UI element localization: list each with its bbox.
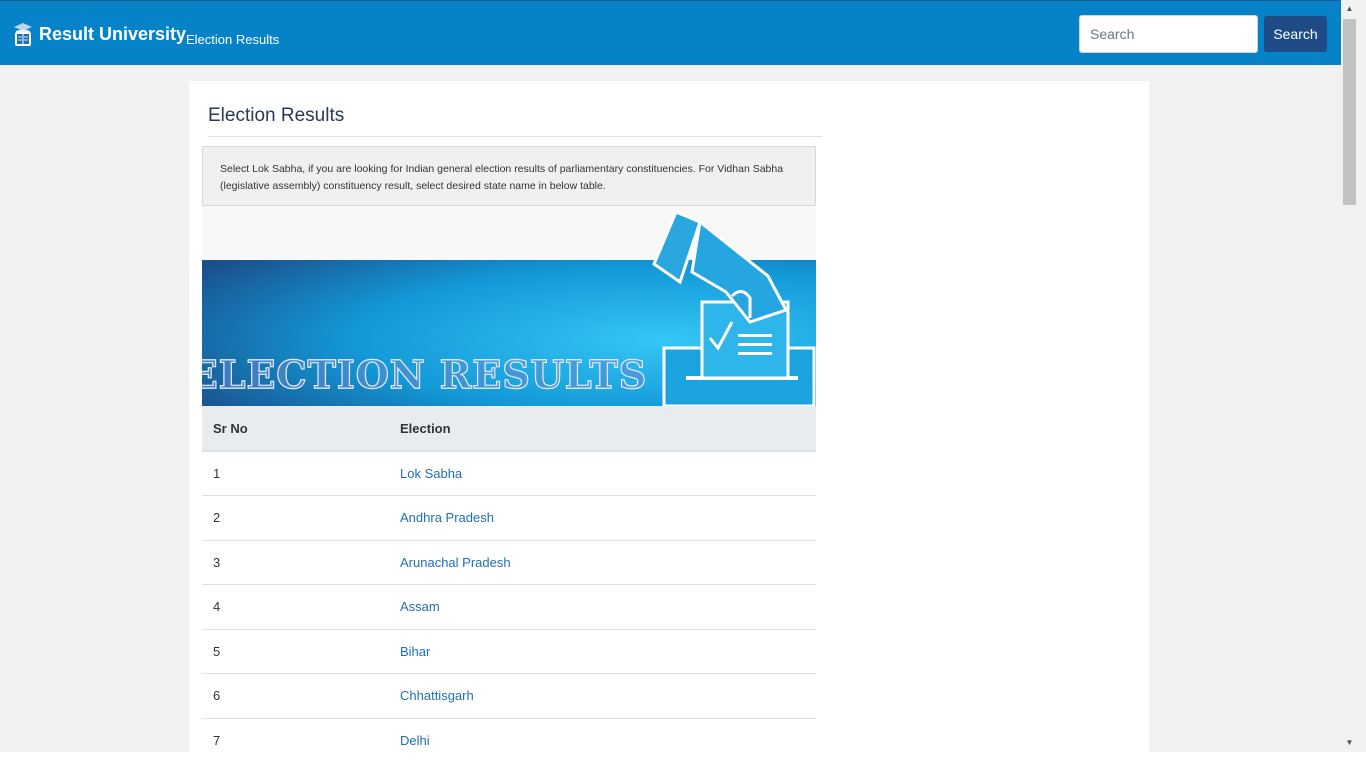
page-title: Election Results <box>208 105 345 126</box>
table-row: 3 Arunachal Pradesh <box>202 540 816 585</box>
header-election: Election <box>389 406 816 452</box>
scroll-up-arrow-icon[interactable]: ▲ <box>1345 4 1354 13</box>
search-input[interactable] <box>1079 15 1258 53</box>
row-sr-no: 1 <box>202 451 389 496</box>
window-bottom-edge <box>0 752 1366 768</box>
table-row: 4 Assam <box>202 584 816 630</box>
graduation-book-icon <box>14 23 32 46</box>
content-card: Election Results Select Lok Sabha, if yo… <box>189 81 1149 752</box>
table-row: 7 Delhi <box>202 718 816 752</box>
vertical-scrollbar[interactable]: ▲ ▼ <box>1341 0 1358 752</box>
table-header-row: Sr No Election <box>202 406 816 452</box>
header-sr-no: Sr No <box>202 406 389 452</box>
election-table: Sr No Election 1 Lok Sabha 2 Andhra Prad… <box>202 406 816 752</box>
table-row: 2 Andhra Pradesh <box>202 495 816 541</box>
election-link-bihar[interactable]: Bihar <box>400 644 430 659</box>
row-sr-no: 2 <box>202 495 389 541</box>
scroll-down-arrow-icon[interactable]: ▼ <box>1345 738 1354 747</box>
info-alert: Select Lok Sabha, if you are looking for… <box>202 146 816 206</box>
search-button[interactable]: Search <box>1264 16 1327 52</box>
banner-title-fill: ELECTION RESULTS <box>202 352 647 397</box>
election-link-arunachal-pradesh[interactable]: Arunachal Pradesh <box>400 555 511 570</box>
table-row: 6 Chhattisgarh <box>202 673 816 719</box>
election-link-delhi[interactable]: Delhi <box>400 733 430 748</box>
scroll-thumb[interactable] <box>1343 19 1356 205</box>
row-sr-no: 5 <box>202 629 389 674</box>
top-navbar: Result University Election Results Searc… <box>0 0 1341 65</box>
brand-link[interactable]: Result University <box>12 18 186 50</box>
row-sr-no: 7 <box>202 718 389 752</box>
election-link-andhra-pradesh[interactable]: Andhra Pradesh <box>400 510 494 525</box>
brand-name: Result University <box>39 23 187 44</box>
election-link-assam[interactable]: Assam <box>400 599 440 614</box>
election-link-chhattisgarh[interactable]: Chhattisgarh <box>400 688 474 703</box>
row-sr-no: 6 <box>202 673 389 719</box>
nav-link-election-results[interactable]: Election Results <box>186 32 279 47</box>
table-row: 5 Bihar <box>202 629 816 674</box>
title-divider <box>208 136 822 137</box>
election-results-banner: ELECTION RESULTS ELECTION RESULTS <box>202 206 816 406</box>
election-link-lok-sabha[interactable]: Lok Sabha <box>400 466 462 481</box>
row-sr-no: 3 <box>202 540 389 585</box>
table-row: 1 Lok Sabha <box>202 451 816 496</box>
row-sr-no: 4 <box>202 584 389 630</box>
